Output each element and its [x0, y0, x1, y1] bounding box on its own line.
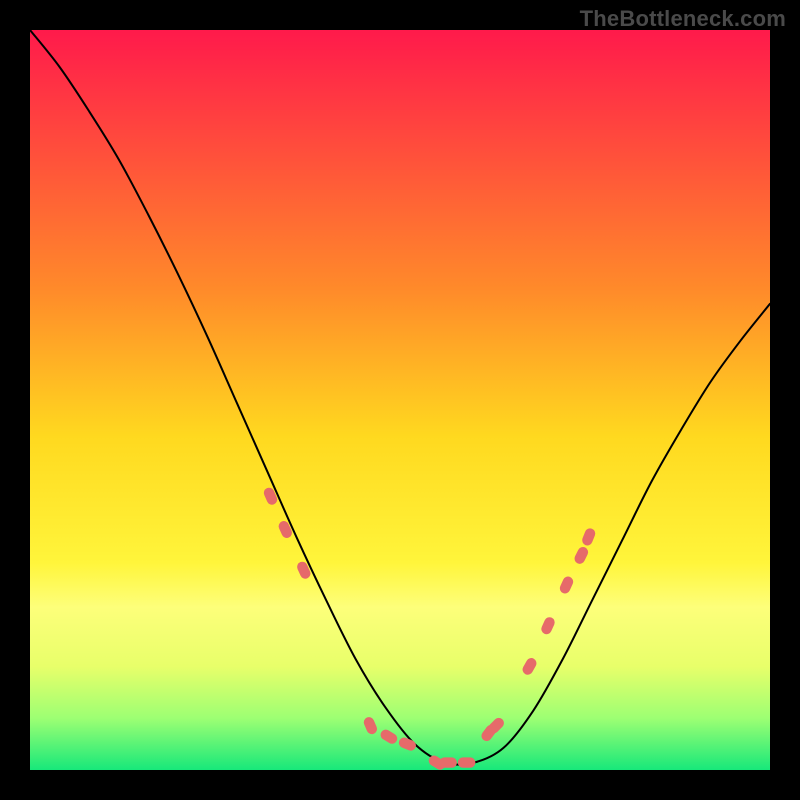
chart-svg [30, 30, 770, 770]
marker-dot [439, 757, 457, 767]
gradient-background [30, 30, 770, 770]
chart-frame: TheBottleneck.com [0, 0, 800, 800]
plot-area [30, 30, 770, 770]
marker-dot [458, 757, 476, 767]
watermark-text: TheBottleneck.com [580, 6, 786, 32]
